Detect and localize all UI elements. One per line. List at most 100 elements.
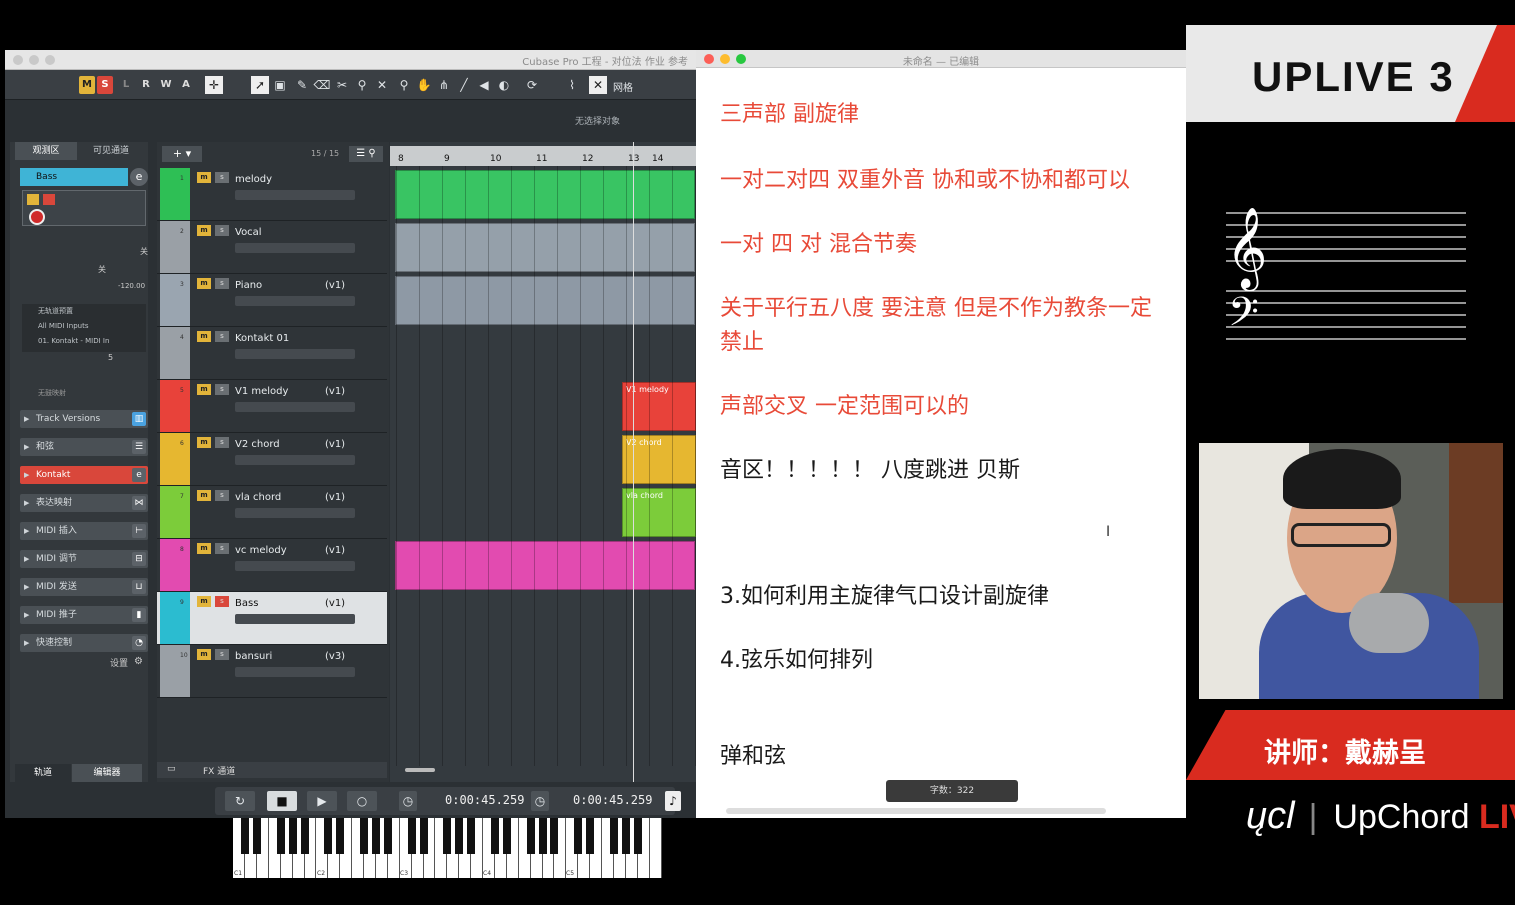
track-mute-button[interactable]: m (197, 278, 211, 289)
black-key[interactable] (550, 818, 559, 854)
word-count[interactable]: 字数：322 (886, 780, 1018, 802)
track-name[interactable]: Vocal (235, 227, 262, 238)
track-color[interactable] (160, 486, 190, 538)
speaker-icon[interactable]: ◀ (475, 76, 493, 94)
grid-label[interactable]: 网格 (613, 79, 633, 94)
track-piano[interactable]: 3 m s Piano (v1) (157, 274, 387, 327)
black-key[interactable] (455, 818, 464, 854)
text-line[interactable]: 声部交叉 一定范围可以的 (720, 390, 969, 424)
solo-all-button[interactable]: S (97, 76, 113, 94)
timewarp-icon[interactable]: ⋔ (435, 76, 453, 94)
track-mute-button[interactable]: m (197, 225, 211, 236)
track-controls[interactable] (235, 402, 355, 412)
track-controls[interactable] (235, 561, 355, 571)
black-key[interactable] (383, 818, 392, 854)
track-color[interactable] (160, 539, 190, 591)
metronome-icon[interactable]: ♪ (665, 791, 681, 811)
snap-icon[interactable]: ⟳ (523, 76, 541, 94)
zoom-tool-icon[interactable]: ⚲ (395, 76, 413, 94)
fx-channel-folder[interactable]: ▭ FX 通道 (157, 762, 387, 778)
vocal-part[interactable] (395, 223, 695, 272)
eraser-icon[interactable]: ⌫ (313, 76, 331, 94)
midi-channel[interactable]: 5 (108, 353, 113, 362)
track-preset[interactable]: 无轨道预置 (38, 304, 146, 319)
track-controls[interactable] (235, 508, 355, 518)
text-line[interactable]: 一对二对四 双重外音 协和或不协和都可以 (720, 164, 1130, 198)
section-kontakt[interactable]: ▶ Kontakt e (20, 466, 148, 484)
black-key[interactable] (609, 818, 618, 854)
black-key[interactable] (443, 818, 452, 854)
track-solo-button[interactable]: s (215, 331, 229, 342)
track-vla-chord[interactable]: 7 m s vla chord (v1) (157, 486, 387, 539)
track-name[interactable]: V2 chord (235, 439, 280, 450)
black-key[interactable] (586, 818, 595, 854)
black-key[interactable] (502, 818, 511, 854)
pointer-icon[interactable]: ➚ (251, 76, 269, 94)
track-name[interactable]: Bass (235, 598, 258, 609)
black-key[interactable] (633, 818, 642, 854)
track-controls[interactable] (235, 349, 355, 359)
track-mute-button[interactable]: m (197, 543, 211, 554)
track-bass[interactable]: 9 m s Bass (v1) (157, 592, 387, 645)
track-solo-button[interactable]: s (215, 172, 229, 183)
black-key[interactable] (526, 818, 535, 854)
section-track-versions[interactable]: ▶ Track Versions ▥ (20, 410, 148, 428)
track-controls[interactable] (235, 614, 355, 624)
settings-label[interactable]: 设置 (110, 656, 128, 669)
black-key[interactable] (574, 818, 583, 854)
track-color[interactable] (160, 327, 190, 379)
track-color[interactable] (160, 274, 190, 326)
black-key[interactable] (467, 818, 476, 854)
play-icon[interactable]: ▶ (307, 791, 337, 811)
track-color[interactable] (160, 221, 190, 273)
track-color[interactable] (160, 380, 190, 432)
track-mute-button[interactable]: m (197, 596, 211, 607)
pencil-icon[interactable]: ✎ (293, 76, 311, 94)
track-mute-button[interactable]: m (197, 437, 211, 448)
track-solo-button[interactable]: s (215, 278, 229, 289)
track-controls[interactable] (235, 296, 355, 306)
track-solo-button[interactable]: s (215, 543, 229, 554)
mute-all-button[interactable]: M (79, 76, 95, 94)
primary-time-display[interactable]: 0:00:45.259 (445, 793, 524, 807)
record-icon[interactable]: ○ (347, 791, 377, 811)
track-v2-chord[interactable]: 6 m s V2 chord (v1) (157, 433, 387, 486)
track-color[interactable] (160, 168, 190, 220)
track-mute-button[interactable]: m (197, 490, 211, 501)
color-tool-icon[interactable]: ◐ (495, 76, 513, 94)
track-controls[interactable] (235, 243, 355, 253)
search-icon[interactable]: ☰ ⚲ (349, 146, 383, 162)
secondary-time-display[interactable]: 0:00:45.259 (573, 793, 652, 807)
hand-icon[interactable]: ✋ (415, 76, 433, 94)
midi-output[interactable]: 01. Kontakt - MIDI In (38, 334, 146, 349)
zoom-icon[interactable] (45, 55, 55, 65)
track-name[interactable]: bansuri (235, 651, 272, 662)
text-line[interactable]: 音区！！！！！ 八度跳进 贝斯 (720, 454, 1020, 488)
track-kontakt-01[interactable]: 4 m s Kontakt 01 (157, 327, 387, 380)
track-color[interactable] (160, 433, 190, 485)
section-quick-controls[interactable]: ▶ 快速控制 ◔ (20, 634, 148, 652)
stop-icon[interactable]: ■ (267, 791, 297, 811)
text-line[interactable]: 3.如何利用主旋律气口设计副旋律 (720, 580, 1049, 614)
track-solo-button[interactable]: s (215, 437, 229, 448)
read-button[interactable]: R (139, 76, 153, 94)
section-midi-modifiers[interactable]: ▶ MIDI 调节 ⊟ (20, 550, 148, 568)
section-chords[interactable]: ▶ 和弦 ☰ (20, 438, 148, 456)
track-name[interactable]: vla chord (235, 492, 281, 503)
project-cursor[interactable] (633, 142, 634, 782)
range-icon[interactable]: ▣ (271, 76, 289, 94)
mute-tool-icon[interactable]: ✕ (373, 76, 391, 94)
piano-part[interactable] (395, 276, 695, 325)
track-solo-button[interactable]: s (215, 490, 229, 501)
document-body[interactable]: 三声部 副旋律 一对二对四 双重外音 协和或不协和都可以 一对 四 对 混合节奏 关于… (696, 68, 1186, 778)
track-v1-melody[interactable]: 5 m s V1 melody (v1) (157, 380, 387, 433)
track-name[interactable]: melody (235, 174, 272, 185)
black-key[interactable] (407, 818, 416, 854)
gear-icon[interactable]: ⚙ (134, 656, 143, 667)
midi-input[interactable]: All MIDI Inputs (38, 319, 146, 334)
constrain-icon[interactable]: ✛ (205, 76, 223, 94)
black-key[interactable] (288, 818, 297, 854)
white-key[interactable] (650, 818, 662, 878)
black-key[interactable] (336, 818, 345, 854)
scissors-icon[interactable]: ✂ (333, 76, 351, 94)
